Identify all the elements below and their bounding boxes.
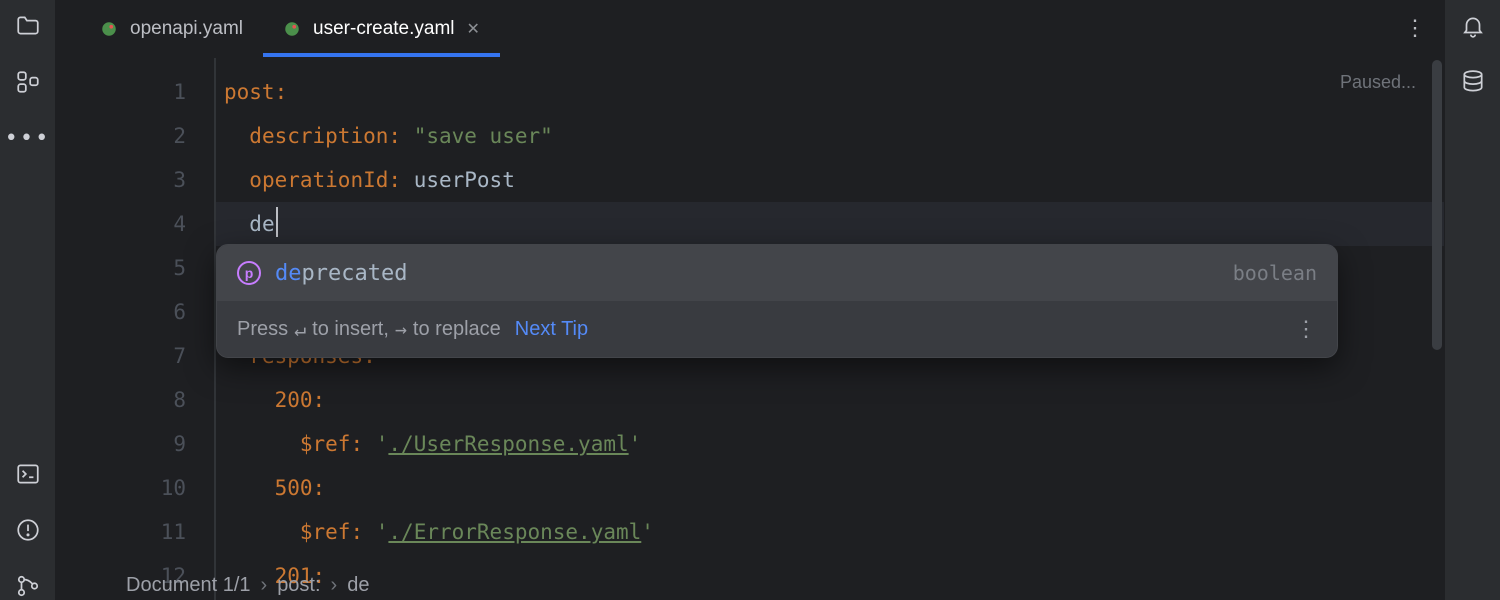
scrollbar-thumb[interactable]	[1432, 60, 1442, 350]
inspection-status[interactable]: Paused...	[1340, 72, 1416, 93]
line-number: 8	[56, 378, 186, 422]
next-tip-link[interactable]: Next Tip	[515, 318, 588, 341]
hint-text: Press	[237, 318, 288, 341]
tab-openapi[interactable]: openapi.yaml	[80, 0, 263, 57]
text-caret	[276, 207, 278, 237]
line-number: 7	[56, 334, 186, 378]
editor-area: openapi.yaml user-create.yaml ✕ ⋮ 1 2 3 …	[56, 0, 1444, 600]
yaml-key: post	[224, 80, 275, 104]
yaml-file-icon	[283, 20, 301, 38]
completion-label: deprecated	[275, 261, 407, 286]
tab-bar: openapi.yaml user-create.yaml ✕ ⋮	[56, 0, 1444, 58]
vertical-scrollbar[interactable]	[1430, 58, 1444, 358]
tab-label: user-create.yaml	[313, 18, 455, 40]
chevron-right-icon: ›	[261, 574, 268, 597]
yaml-file-icon	[100, 20, 118, 38]
completion-item[interactable]: p deprecated boolean	[217, 245, 1337, 301]
notifications-icon[interactable]	[1459, 12, 1487, 40]
left-tool-rail: •••	[0, 0, 56, 600]
tab-overflow-menu-icon[interactable]: ⋮	[1386, 0, 1444, 57]
breadcrumb-segment[interactable]: de	[347, 574, 369, 597]
line-number: 3	[56, 158, 186, 202]
completion-hint-bar: Press ↵ to insert, → to replace Next Tip…	[217, 301, 1337, 357]
problems-icon[interactable]	[14, 516, 42, 544]
breadcrumb[interactable]: Document 1/1 › post: › de	[126, 570, 369, 600]
completion-popup: p deprecated boolean Press ↵ to insert, …	[216, 244, 1338, 358]
editor-body: 1 2 3 4 5 6 7 8 9 10 11 12 post: descrip…	[56, 58, 1444, 600]
line-number-gutter: 1 2 3 4 5 6 7 8 9 10 11 12	[56, 58, 216, 600]
folder-icon[interactable]	[14, 12, 42, 40]
property-icon: p	[237, 261, 261, 285]
typed-text: de	[249, 212, 274, 236]
tab-user-create[interactable]: user-create.yaml ✕	[263, 0, 500, 57]
structure-icon[interactable]	[14, 68, 42, 96]
yaml-key: description	[249, 124, 388, 148]
line-number: 6	[56, 290, 186, 334]
vcs-icon[interactable]	[14, 572, 42, 600]
line-number: 10	[56, 466, 186, 510]
terminal-icon[interactable]	[14, 460, 42, 488]
right-tool-rail	[1444, 0, 1500, 600]
hint-text: to insert,	[312, 318, 389, 341]
close-tab-icon[interactable]: ✕	[467, 19, 480, 39]
hint-text: to replace	[413, 318, 501, 341]
yaml-key: 200	[275, 388, 313, 412]
yaml-value: userPost	[414, 168, 515, 192]
breadcrumb-segment[interactable]: Document 1/1	[126, 574, 251, 597]
line-number: 9	[56, 422, 186, 466]
yaml-key: operationId	[249, 168, 388, 192]
line-number: 4	[56, 202, 186, 246]
completion-type: boolean	[1233, 261, 1317, 285]
line-number: 11	[56, 510, 186, 554]
chevron-right-icon: ›	[331, 574, 338, 597]
enter-key-icon: ↵	[294, 317, 306, 341]
more-tools-icon[interactable]: •••	[14, 124, 42, 152]
breadcrumb-segment[interactable]: post:	[277, 574, 320, 597]
database-icon[interactable]	[1459, 68, 1487, 96]
line-number: 2	[56, 114, 186, 158]
yaml-key: 500	[275, 476, 313, 500]
tab-label: openapi.yaml	[130, 18, 243, 40]
yaml-key: $ref	[300, 520, 351, 544]
completion-menu-icon[interactable]: ⋮	[1295, 316, 1317, 342]
yaml-string: "save user"	[414, 124, 553, 148]
yaml-key: $ref	[300, 432, 351, 456]
line-number: 5	[56, 246, 186, 290]
line-number: 1	[56, 70, 186, 114]
tab-key-icon: →	[395, 317, 407, 341]
